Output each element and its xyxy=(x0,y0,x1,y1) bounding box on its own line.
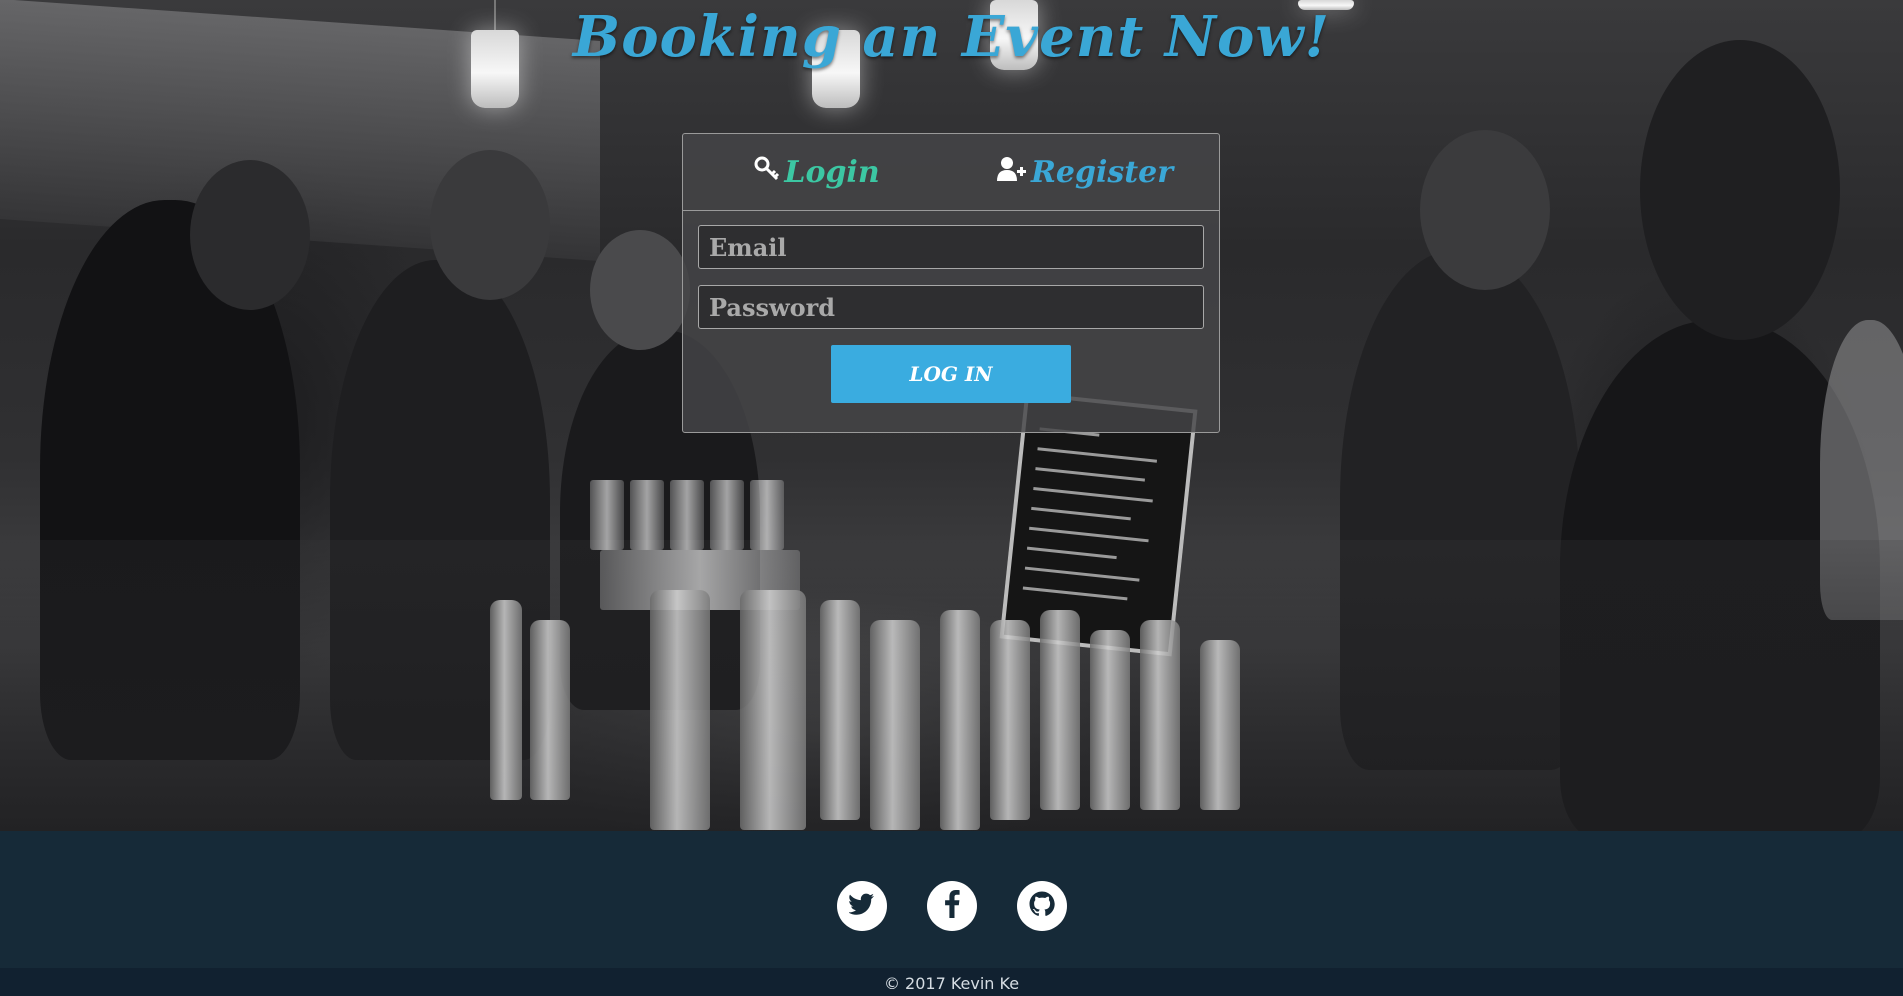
bottle xyxy=(1140,620,1180,810)
bottle xyxy=(820,600,860,820)
tab-login-label: Login xyxy=(784,154,880,190)
social-links xyxy=(0,881,1903,931)
user-plus-icon xyxy=(996,155,1027,190)
glass xyxy=(670,480,704,550)
copyright-bar: © 2017 Kevin Ke xyxy=(0,968,1903,996)
bottle xyxy=(650,590,710,830)
tab-register-label: Register xyxy=(1030,154,1174,190)
github-icon xyxy=(1029,891,1055,921)
tab-register[interactable]: Register xyxy=(951,134,1219,210)
person-head xyxy=(1420,130,1550,290)
bottle xyxy=(740,590,806,830)
copyright-text: © 2017 Kevin Ke xyxy=(883,974,1020,993)
github-link[interactable] xyxy=(1016,881,1067,931)
facebook-icon xyxy=(944,890,960,922)
footer xyxy=(0,831,1903,968)
facebook-link[interactable] xyxy=(926,881,977,931)
glass xyxy=(590,480,624,550)
glass xyxy=(750,480,784,550)
twitter-link[interactable] xyxy=(836,881,887,931)
auth-panel: Login Register LOG IN xyxy=(682,133,1220,433)
bottle xyxy=(1200,640,1240,810)
twitter-icon xyxy=(847,893,875,919)
password-field[interactable] xyxy=(698,285,1204,329)
email-field[interactable] xyxy=(698,225,1204,269)
login-form: LOG IN xyxy=(683,211,1219,403)
bottle xyxy=(990,620,1030,820)
bottle xyxy=(490,600,522,800)
glass xyxy=(630,480,664,550)
person-head xyxy=(190,160,310,310)
auth-tabs: Login Register xyxy=(683,134,1219,211)
bottle xyxy=(1090,630,1130,810)
glass xyxy=(710,480,744,550)
page-title: Booking an Event Now! xyxy=(572,4,1331,70)
person-head xyxy=(1640,40,1840,340)
bottle xyxy=(940,610,980,830)
bottle xyxy=(1040,610,1080,810)
person-head xyxy=(430,150,550,300)
key-icon xyxy=(754,155,780,190)
bottle xyxy=(530,620,570,800)
person-head xyxy=(590,230,690,350)
bottle xyxy=(870,620,920,830)
tab-login[interactable]: Login xyxy=(683,134,951,210)
login-button[interactable]: LOG IN xyxy=(831,345,1071,403)
